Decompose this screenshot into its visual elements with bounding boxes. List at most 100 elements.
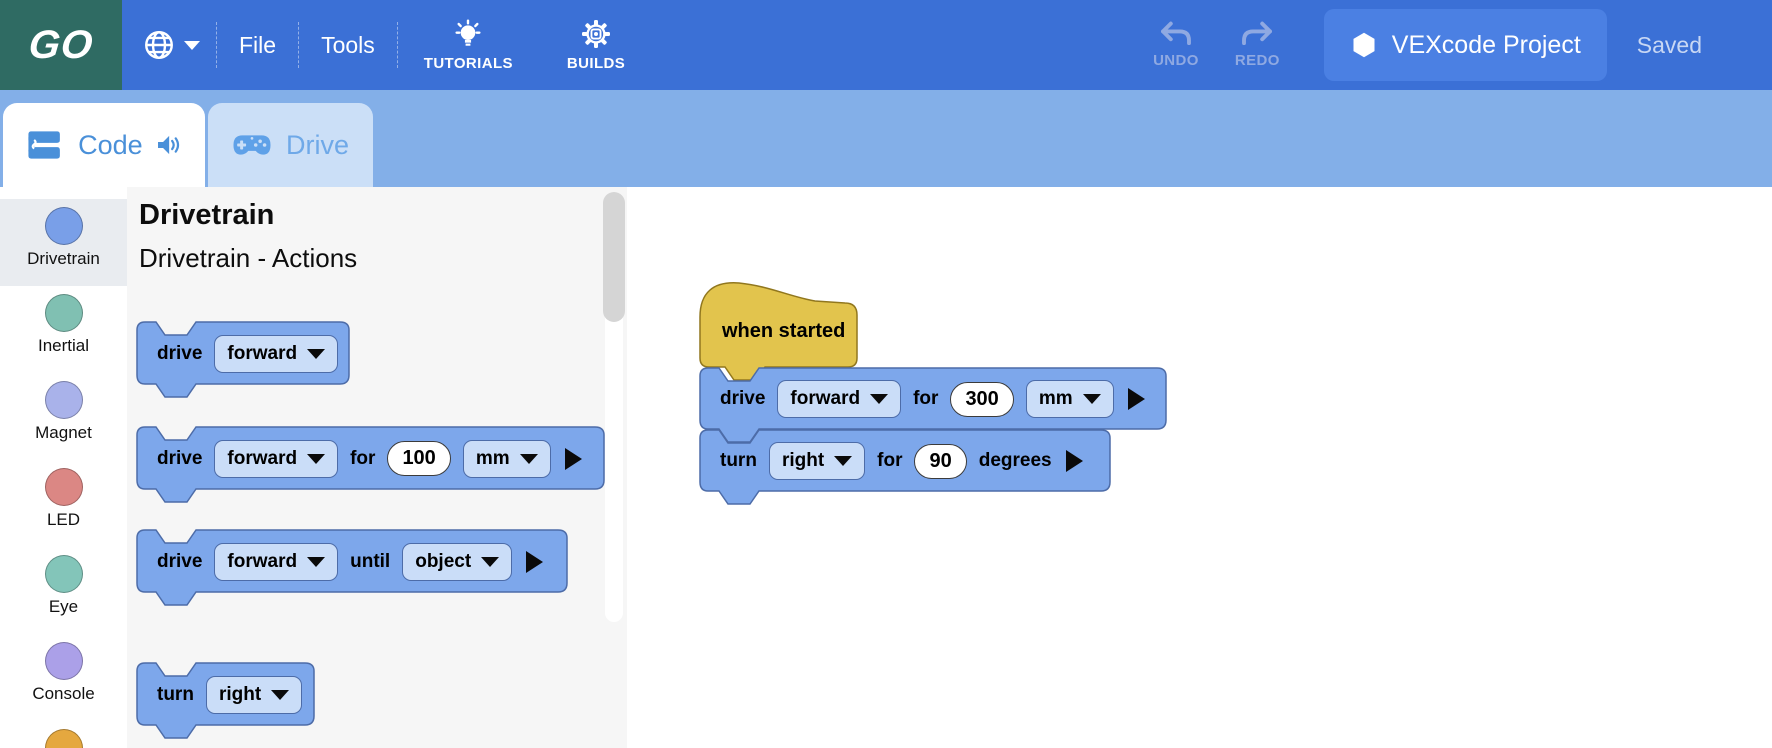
dropdown-caret-icon [481,557,499,567]
tools-menu-button[interactable]: Tools [299,0,397,90]
vexcode-go-app: GO File Tools [0,0,1772,748]
language-menu-button[interactable] [122,0,216,90]
category-inertial[interactable]: Inertial [0,286,127,373]
block-label: until [350,551,390,573]
category-drivetrain[interactable]: Drivetrain [0,199,127,286]
main-content: Drivetrain Inertial Magnet LED Eye Conso… [0,187,1772,748]
expand-toggle-icon[interactable] [1066,450,1083,472]
distance-value-input[interactable]: 100 [387,441,450,476]
tabbar: Code Drive [0,90,1772,187]
category-label: Eye [49,597,78,617]
palette-block-turn[interactable]: turn right [137,663,315,726]
topbar-divider [397,22,398,68]
palette-subtitle: Drivetrain - Actions [139,243,357,274]
direction-dropdown[interactable]: forward [214,440,338,478]
category-dot [45,207,83,245]
block-label: drive [157,343,202,365]
category-dot [45,294,83,332]
dropdown-caret-icon [1083,394,1101,404]
direction-dropdown[interactable]: forward [214,543,338,581]
save-status: Saved [1637,32,1702,59]
block-label: drive [157,551,202,573]
hexagon-icon [1350,31,1378,59]
category-dot [45,555,83,593]
category-led[interactable]: LED [0,460,127,547]
unit-dropdown[interactable]: mm [463,440,551,478]
expand-toggle-icon[interactable] [565,448,582,470]
go-logo[interactable]: GO [0,0,122,90]
category-label: Magnet [35,423,92,443]
hat-label: when started [722,320,845,342]
block-label: for [350,448,375,470]
category-eye[interactable]: Eye [0,547,127,634]
turn-direction-dropdown[interactable]: right [206,676,302,714]
palette-scrollbar-thumb[interactable] [603,192,625,322]
direction-dropdown[interactable]: forward [214,335,338,373]
dropdown-caret-icon [307,557,325,567]
angle-value-input[interactable]: 90 [914,444,966,479]
tab-drive-label: Drive [286,130,349,161]
speaker-icon [157,130,181,160]
canvas-hat-when-started[interactable]: when started [700,282,858,368]
category-dot [45,381,83,419]
category-label: Console [32,684,94,704]
tab-code[interactable]: Code [3,103,205,187]
dropdown-caret-icon [307,454,325,464]
project-name: VEXcode Project [1392,31,1581,60]
redo-button[interactable]: REDO [1217,0,1298,90]
palette-block-drive[interactable]: drive forward [137,322,350,385]
turn-direction-dropdown[interactable]: right [769,442,865,480]
block-label: for [913,388,938,410]
undo-icon [1158,21,1194,47]
block-palette: Drivetrain Drivetrain - Actions drive fo… [127,187,627,748]
palette-block-drive-for[interactable]: drive forward for 100 mm [137,427,605,490]
condition-dropdown[interactable]: object [402,543,512,581]
category-sidebar: Drivetrain Inertial Magnet LED Eye Conso… [0,187,127,748]
project-name-chip[interactable]: VEXcode Project [1324,9,1607,81]
unit-dropdown[interactable]: mm [1026,380,1114,418]
globe-icon [142,28,176,62]
palette-block-drive-until[interactable]: drive forward until object [137,530,568,593]
dropdown-caret-icon [307,349,325,359]
chevron-down-icon [184,41,200,50]
distance-value-input[interactable]: 300 [950,382,1013,417]
lightbulb-icon [452,18,484,50]
category-dot [45,642,83,680]
category-dot [45,468,83,506]
topbar: GO File Tools [0,0,1772,90]
redo-label: REDO [1235,52,1280,69]
tutorials-button[interactable]: TUTORIALS [410,0,527,90]
category-partial[interactable] [0,721,127,748]
category-dot [45,729,83,748]
dropdown-caret-icon [520,454,538,464]
category-label: LED [47,510,80,530]
canvas-block-turn-for[interactable]: turn right for 90 degrees [700,430,1111,492]
code-blocks-icon [27,124,64,166]
canvas-block-drive-for[interactable]: drive forward for 300 mm [700,368,1167,430]
category-label: Inertial [38,336,89,356]
go-logo-text: GO [27,23,96,68]
builds-button[interactable]: BUILDS [553,0,639,90]
category-magnet[interactable]: Magnet [0,373,127,460]
palette-scrollbar-track [605,192,623,622]
direction-dropdown[interactable]: forward [777,380,901,418]
workspace-canvas: when started drive forward for 300 mm [627,187,1772,748]
block-label: turn [720,450,757,472]
block-label: drive [720,388,765,410]
block-label: drive [157,448,202,470]
dropdown-caret-icon [271,690,289,700]
category-label: Drivetrain [27,249,100,269]
undo-label: UNDO [1153,52,1199,69]
tab-drive[interactable]: Drive [208,103,373,187]
category-console[interactable]: Console [0,634,127,721]
expand-toggle-icon[interactable] [1128,388,1145,410]
redo-icon [1239,21,1275,47]
block-label: turn [157,684,194,706]
file-menu-button[interactable]: File [217,0,298,90]
palette-title: Drivetrain [139,199,274,232]
block-label: for [877,450,902,472]
undo-button[interactable]: UNDO [1135,0,1217,90]
dropdown-caret-icon [834,456,852,466]
expand-toggle-icon[interactable] [526,551,543,573]
gamepad-icon [232,126,272,164]
